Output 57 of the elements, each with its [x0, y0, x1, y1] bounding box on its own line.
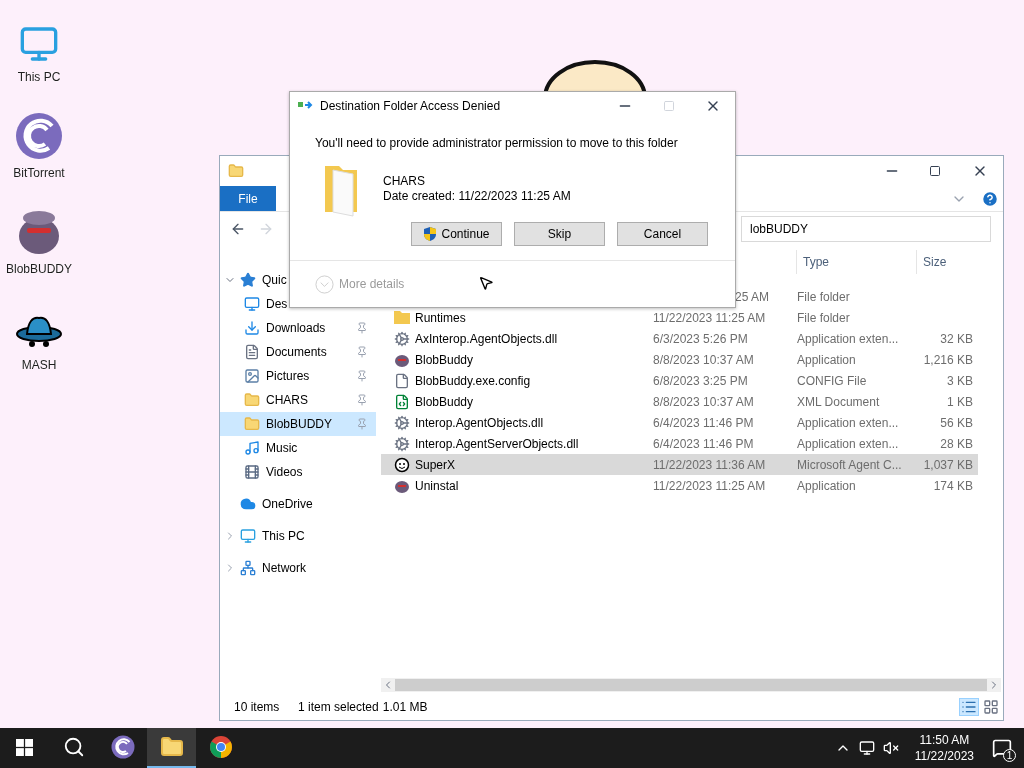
file-size: 56 KB: [940, 414, 973, 432]
file-name: SuperX: [415, 456, 456, 474]
date-modified: 6/3/2023 5:26 PM: [653, 330, 748, 348]
date-modified: 6/4/2023 11:46 PM: [653, 414, 754, 432]
file-name: Interop.AgentServerObjects.dll: [415, 435, 579, 453]
file-type: XML Document: [797, 394, 880, 409]
selection-status: 1 item selected: [298, 699, 379, 716]
file-type: File folder: [797, 289, 850, 304]
sidebar-label: Music: [266, 440, 298, 457]
dialog-title: Destination Folder Access Denied: [320, 98, 501, 115]
file-size: 3 KB: [947, 372, 973, 390]
file-size: 174 KB: [933, 477, 973, 495]
sidebar-label: This PC: [262, 528, 305, 545]
file-name: Runtimes: [415, 309, 466, 327]
file-type: CONFIG File: [797, 373, 867, 388]
file-size: 32 KB: [940, 330, 973, 348]
file-type: Application exten...: [797, 331, 899, 346]
date-modified: 8/8/2023 10:37 AM: [653, 351, 754, 369]
date-modified: 25 AM: [734, 288, 769, 306]
file-name: BlobBuddy.exe.config: [415, 372, 531, 390]
file-type: Application exten...: [797, 436, 899, 451]
notification-count: 1: [1003, 749, 1016, 762]
date-created: Date created: 11/22/2023 11:25 AM: [383, 189, 571, 204]
date-modified: 11/22/2023 11:25 AM: [653, 309, 766, 327]
sidebar-label: Pictures: [266, 368, 310, 385]
sidebar-label: CHARS: [266, 392, 308, 409]
file-name: BlobBuddy: [415, 393, 474, 411]
file-size: 1 KB: [947, 393, 973, 411]
date-modified: 6/8/2023 3:25 PM: [653, 372, 748, 390]
date-modified: 11/22/2023 11:25 AM: [653, 477, 766, 495]
file-name: BlobBuddy: [415, 351, 474, 369]
sidebar-label: Documents: [266, 344, 327, 361]
file-size: 1,216 KB: [923, 351, 973, 369]
sidebar-label: Videos: [266, 464, 303, 481]
file-size: 1,037 KB: [923, 456, 973, 474]
sidebar-label: Quic: [262, 272, 287, 289]
file-type: Application: [797, 478, 856, 493]
sidebar-label: Downloads: [266, 320, 326, 337]
item-count: 10 items: [234, 699, 281, 716]
date-modified: 11/22/2023 11:36 AM: [653, 456, 766, 474]
sidebar-label: BlobBUDDY: [266, 416, 333, 433]
file-type: Application exten...: [797, 415, 899, 430]
file-name: AxInterop.AgentObjects.dll: [415, 330, 558, 348]
file-type: Microsoft Agent C...: [797, 457, 902, 472]
file-type: File folder: [797, 310, 850, 325]
file-name: Uninstal: [415, 477, 459, 495]
date-modified: 6/4/2023 11:46 PM: [653, 435, 754, 453]
file-type: Application: [797, 352, 856, 367]
sidebar-label: Network: [262, 560, 306, 577]
dialog-message: You'll need to provide administrator permission to move to this folder: [315, 135, 679, 152]
sidebar-label: Des: [266, 296, 288, 313]
file-size: 28 KB: [940, 435, 973, 453]
file-name: Interop.AgentObjects.dll: [415, 414, 544, 432]
folder-name: CHARS: [383, 174, 426, 189]
selection-size: 1.01 MB: [382, 699, 428, 716]
sidebar-label: OneDrive: [262, 496, 313, 513]
date-modified: 8/8/2023 10:37 AM: [653, 393, 754, 411]
